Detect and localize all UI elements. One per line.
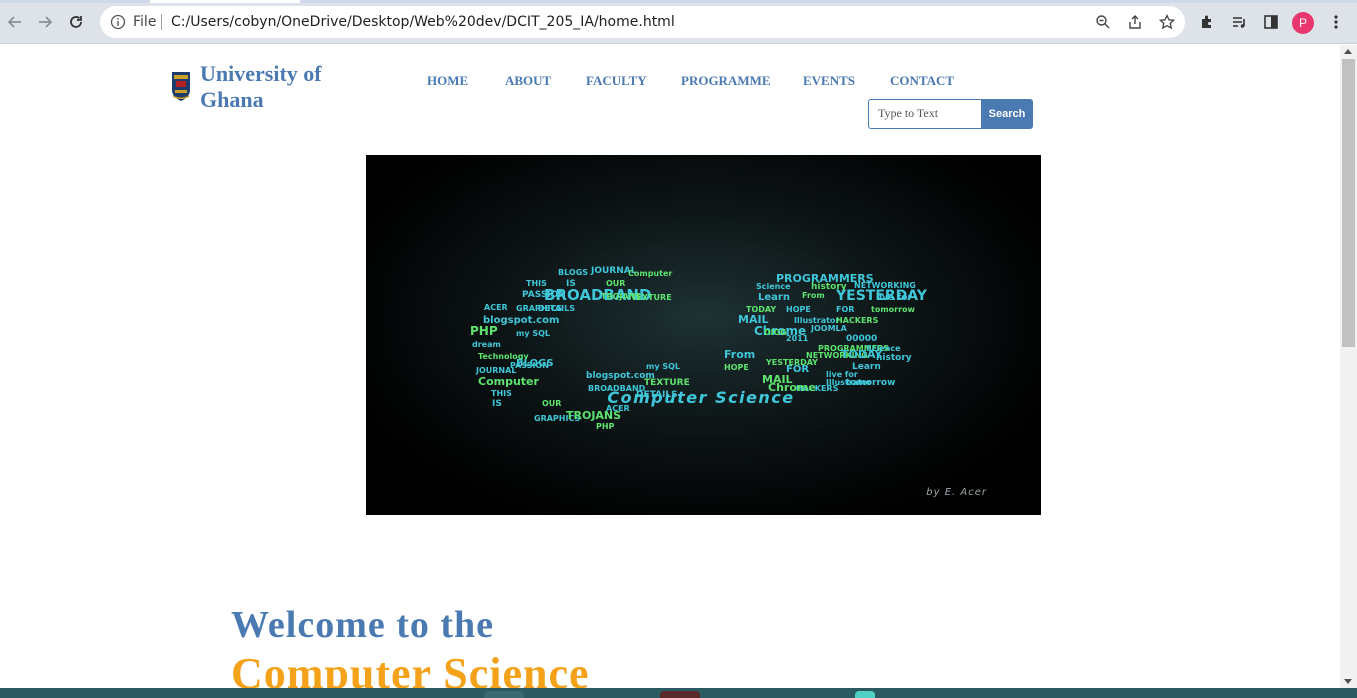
address-prefix: File: [133, 14, 157, 30]
nav-link-events[interactable]: EVENTS: [803, 73, 855, 89]
sidepanel-icon[interactable]: [1261, 12, 1281, 32]
browser-toolbar: File C:/Users/cobyn/OneDrive/Desktop/Web…: [0, 0, 1357, 44]
welcome-heading: Welcome to the: [231, 604, 495, 646]
taskbar-app-icon[interactable]: [660, 691, 700, 698]
hero-caption: Computer Science: [607, 388, 794, 407]
hero-cloud-word: Learn: [758, 292, 790, 303]
profile-avatar[interactable]: P: [1292, 12, 1314, 34]
nav-link-home[interactable]: HOME: [427, 73, 468, 89]
hero-cloud-word: HOPE: [786, 305, 811, 314]
hero-cloud-word: Science: [756, 282, 791, 291]
hero-cloud-word: ACER: [484, 303, 508, 312]
address-bar[interactable]: File C:/Users/cobyn/OneDrive/Desktop/Web…: [100, 6, 1185, 38]
page-scrollbar[interactable]: [1340, 45, 1357, 688]
info-icon[interactable]: [110, 14, 126, 35]
hero-cloud-word: blogspot.com: [586, 371, 655, 381]
scroll-down-arrow-icon[interactable]: [1344, 679, 1352, 684]
search-input[interactable]: Type to Text: [868, 99, 983, 129]
nav-link-contact[interactable]: CONTACT: [890, 73, 954, 89]
nav-link-about[interactable]: ABOUT: [505, 73, 551, 89]
hero-cloud-word: PHP: [470, 324, 498, 338]
hero-cloud-word: BLOGS: [558, 268, 588, 277]
hero-cloud-word: From: [802, 291, 825, 300]
hero-cloud-word: OUR: [542, 399, 561, 408]
hero-cloud-word: From: [724, 348, 755, 361]
back-icon[interactable]: [3, 10, 27, 34]
hero-cloud-word: TODAY: [841, 348, 883, 361]
hero-cloud-word: live for: [876, 293, 912, 303]
scroll-up-arrow-icon[interactable]: [1344, 49, 1352, 54]
nav-link-programme[interactable]: PROGRAMME: [681, 73, 771, 89]
scroll-thumb[interactable]: [1342, 59, 1355, 347]
hero-cloud-word: tomorrow: [871, 305, 916, 314]
media-icon[interactable]: [1229, 12, 1249, 32]
bookmark-star-icon[interactable]: [1158, 13, 1176, 31]
hero-cloud-word: IS: [492, 399, 502, 409]
hero-cloud-word: PHP: [596, 422, 615, 431]
hero-cloud-word: DIGG: [764, 328, 787, 337]
nav-link-faculty[interactable]: FACULTY: [586, 73, 647, 89]
reload-icon[interactable]: [64, 10, 88, 34]
hero-cloud-word: JOOMLA: [810, 324, 848, 333]
hero-word-cloud: BLOGS JOURNALComputerTHIS IS OURPASSIONBROA…: [366, 155, 1041, 515]
taskbar-app-icon[interactable]: [855, 691, 875, 698]
site-brand-name[interactable]: University of Ghana: [200, 61, 350, 113]
active-tab-indicator: [150, 0, 300, 3]
hero-cloud-word: PASSION: [510, 361, 549, 370]
hero-cloud-word: DETAILS: [538, 304, 575, 313]
url-text[interactable]: C:/Users/cobyn/OneDrive/Desktop/Web%20de…: [171, 14, 675, 30]
hero-cloud-word: Computer: [478, 375, 540, 388]
hero-cloud-word: THIS: [491, 389, 512, 398]
hero-credit: by E. Acer: [926, 487, 987, 498]
hero-cloud-word: TROJANS: [601, 292, 641, 301]
menu-icon[interactable]: [1326, 12, 1346, 32]
os-taskbar: [0, 688, 1357, 698]
extensions-icon[interactable]: [1197, 12, 1217, 32]
address-separator: [161, 14, 162, 30]
hero-cloud-word: my SQL: [646, 362, 680, 371]
taskbar-app-icon[interactable]: [484, 691, 524, 698]
hero-cloud-word: Computer: [628, 269, 672, 278]
hero-cloud-word: 2011: [786, 334, 809, 343]
hero-cloud-word: HOPE: [724, 363, 749, 372]
hero-cloud-word: 00000: [846, 334, 877, 344]
web-page: University of Ghana HOME ABOUT FACULTY P…: [0, 45, 1340, 688]
hero-cloud-word: my SQL: [516, 329, 550, 338]
hero-banner-image: BLOGS JOURNAL Computer THIS IS OUR PASSION BROA…: [366, 155, 1041, 515]
forward-icon[interactable]: [33, 10, 57, 34]
hero-cloud-word: FOR: [836, 305, 854, 314]
share-icon[interactable]: [1126, 13, 1144, 31]
zoom-icon[interactable]: [1094, 13, 1112, 31]
hero-cloud-word: TROJANS: [566, 409, 621, 422]
university-crest-logo[interactable]: [171, 70, 191, 102]
search-button[interactable]: Search: [981, 99, 1033, 129]
department-heading: Computer Science: [231, 649, 590, 688]
hero-cloud-word: dream: [472, 340, 501, 349]
